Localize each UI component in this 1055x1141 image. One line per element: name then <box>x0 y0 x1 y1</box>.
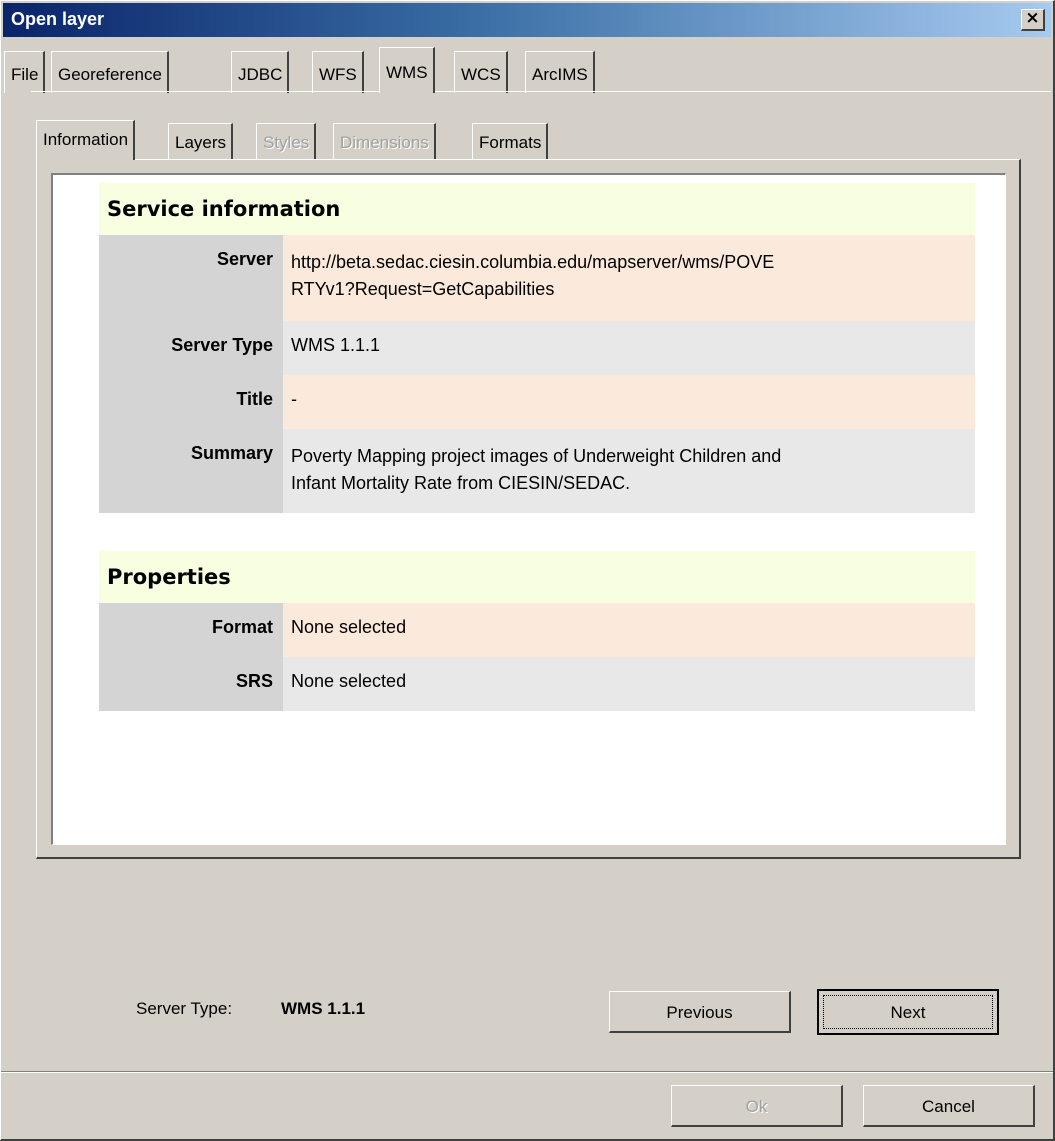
tab-georeference[interactable]: Georeference <box>51 51 169 93</box>
service-information-heading: Service information <box>99 183 975 235</box>
server-type-status-value: WMS 1.1.1 <box>281 999 366 1018</box>
tab-layers[interactable]: Layers <box>168 123 234 159</box>
properties-heading: Properties <box>99 551 975 603</box>
srs-value: None selected <box>291 671 407 691</box>
tab-wms[interactable]: WMS <box>379 47 435 93</box>
window-title: Open layer <box>11 9 105 29</box>
tab-arcims[interactable]: ArcIMS <box>525 51 595 93</box>
tab-information[interactable]: Information <box>36 120 136 160</box>
server-type-label: Server Type <box>99 321 283 375</box>
focus-ring <box>823 995 993 1029</box>
ok-button: Ok <box>671 1085 843 1127</box>
tab-wcs[interactable]: WCS <box>454 51 508 93</box>
title-row: Title - <box>99 375 975 429</box>
title-bar[interactable]: Open layer × <box>3 3 1051 37</box>
tab-file[interactable]: File <box>4 51 46 93</box>
title-label: Title <box>99 375 283 429</box>
format-label: Format <box>99 603 283 657</box>
summary-value: Poverty Mapping project images of Underw… <box>291 446 782 493</box>
tab-formats[interactable]: Formats <box>472 123 549 159</box>
server-label: Server <box>99 235 283 321</box>
srs-row: SRS None selected <box>99 657 975 711</box>
open-layer-dialog: Open layer × File Georeference JDBC WFS … <box>0 0 1055 1141</box>
format-row: Format None selected <box>99 603 975 657</box>
tab-jdbc[interactable]: JDBC <box>231 51 290 93</box>
server-value: http://beta.sedac.ciesin.columbia.edu/ma… <box>291 252 775 299</box>
summary-row: Summary Poverty Mapping project images o… <box>99 429 975 513</box>
summary-label: Summary <box>99 429 283 513</box>
title-value: - <box>291 389 297 409</box>
close-icon[interactable]: × <box>1021 9 1045 31</box>
information-pane: Service information Server http://beta.s… <box>51 173 1006 845</box>
tab-divider <box>31 91 1051 92</box>
previous-button[interactable]: Previous <box>609 991 791 1033</box>
tab-dimensions: Dimensions <box>333 123 436 159</box>
srs-label: SRS <box>99 657 283 711</box>
next-button[interactable]: Next <box>817 989 999 1035</box>
cancel-button[interactable]: Cancel <box>863 1085 1035 1127</box>
tab-wfs[interactable]: WFS <box>312 51 364 93</box>
server-type-status-label: Server Type: <box>136 999 233 1018</box>
tab-styles: Styles <box>256 123 317 159</box>
server-type-value: WMS 1.1.1 <box>291 335 381 355</box>
format-value: None selected <box>291 617 407 637</box>
server-type-row: Server Type WMS 1.1.1 <box>99 321 975 375</box>
server-row: Server http://beta.sedac.ciesin.columbia… <box>99 235 975 321</box>
